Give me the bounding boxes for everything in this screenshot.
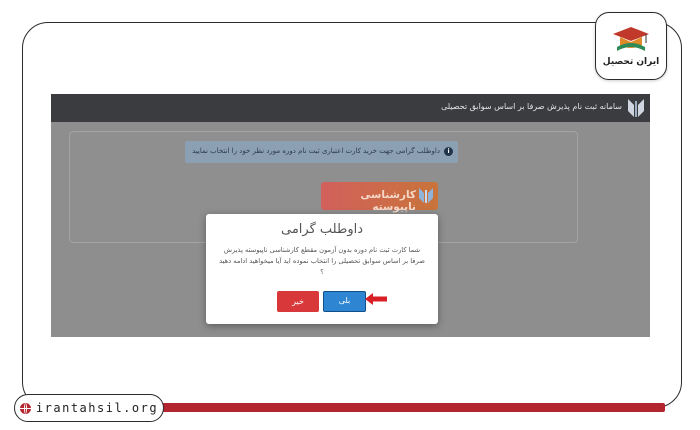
website-url: irantahsil.org bbox=[35, 401, 159, 415]
app-header-title: سامانه ثبت نام پذیرش صرفا بر اساس سوابق … bbox=[441, 102, 622, 111]
brand-logo: ایران تحصیل bbox=[595, 12, 667, 80]
brand-logo-text: ایران تحصیل bbox=[602, 57, 660, 67]
graduation-cap-icon bbox=[613, 27, 649, 51]
confirm-dialog: داوطلب گرامی شما کارت ثبت نام دوره بدون … bbox=[206, 214, 438, 324]
info-alert: i داوطلب گرامی جهت خرید کارت اعتباری ثبت… bbox=[185, 141, 458, 163]
info-icon: i bbox=[444, 147, 453, 156]
globe-icon bbox=[19, 402, 31, 414]
university-logo-icon bbox=[419, 188, 433, 203]
confirm-button[interactable]: بلی bbox=[323, 291, 366, 312]
app-header: سامانه ثبت نام پذیرش صرفا بر اساس سوابق … bbox=[51, 94, 650, 122]
course-select-button[interactable]: کارشناسی ناپیوسته bbox=[321, 182, 438, 213]
website-badge: irantahsil.org bbox=[14, 394, 164, 422]
cancel-button[interactable]: خیر bbox=[277, 291, 319, 312]
bottom-accent-bar bbox=[160, 403, 665, 412]
dialog-message: شما کارت ثبت نام دوره بدون آزمون مقطع کا… bbox=[219, 246, 425, 276]
pointer-arrow-icon bbox=[365, 293, 387, 305]
info-alert-text: داوطلب گرامی جهت خرید کارت اعتباری ثبت ن… bbox=[192, 147, 440, 155]
university-logo-icon bbox=[628, 99, 644, 117]
dialog-title: داوطلب گرامی bbox=[281, 222, 363, 237]
course-select-label: کارشناسی ناپیوسته bbox=[360, 189, 416, 213]
